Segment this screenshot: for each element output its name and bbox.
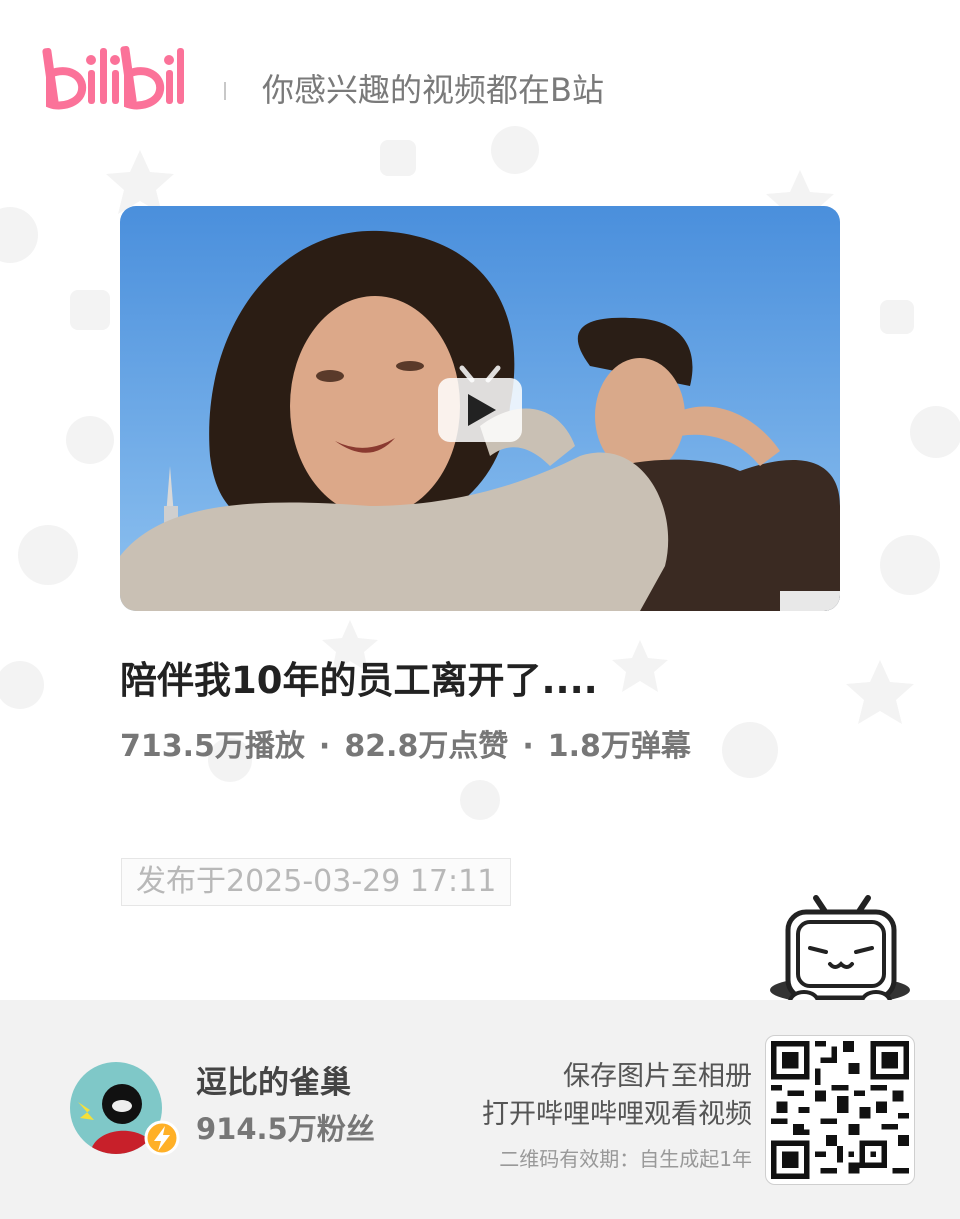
- header-divider: [224, 82, 226, 100]
- lightning-badge-icon: [144, 1120, 180, 1156]
- like-count: 82.8万点赞: [344, 729, 509, 764]
- avatar[interactable]: [70, 1062, 180, 1172]
- view-count: 713.5万播放: [120, 729, 305, 764]
- stats-separator: ·: [318, 729, 331, 764]
- qr-validity-note: 二维码有效期：自生成起1年: [499, 1147, 752, 1171]
- uploader-fans: 914.5万粉丝: [196, 1112, 375, 1146]
- play-icon[interactable]: [436, 362, 524, 446]
- header: 你感兴趣的视频都在B站: [0, 0, 960, 130]
- qr-instruction-save: 保存图片至相册: [563, 1061, 752, 1092]
- qr-code[interactable]: [765, 1035, 915, 1185]
- video-title: 陪伴我10年的员工离开了....: [120, 659, 598, 702]
- qr-instruction-open: 打开哔哩哔哩观看视频: [482, 1099, 752, 1130]
- danmaku-count: 1.8万弹幕: [547, 729, 691, 764]
- publish-date: 发布于2025-03-29 17:11: [121, 858, 512, 906]
- uploader-name[interactable]: 逗比的雀巢: [196, 1062, 351, 1104]
- bilibili-logo: [42, 45, 184, 110]
- video-stats: 713.5万播放 · 82.8万点赞 · 1.8万弹幕: [120, 725, 691, 769]
- slogan: 你感兴趣的视频都在B站: [262, 71, 604, 109]
- stats-separator: ·: [522, 729, 534, 764]
- qr-code-image: [771, 1041, 909, 1179]
